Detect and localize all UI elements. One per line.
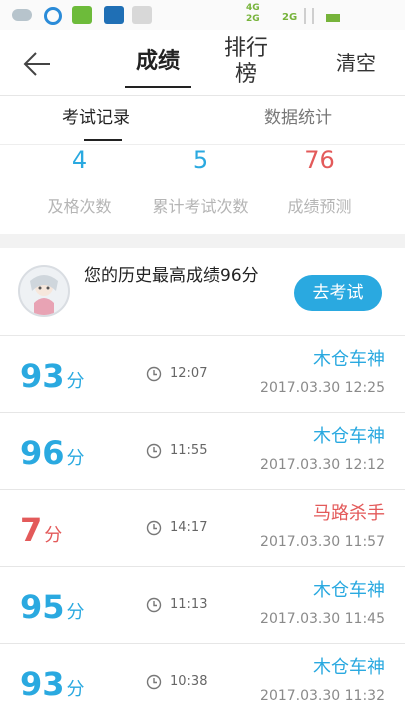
section-divider	[0, 234, 405, 248]
score-value: 93	[20, 357, 65, 395]
record-duration: 10:38	[170, 674, 208, 689]
signal-icon	[304, 8, 314, 24]
go-exam-button[interactable]: 去考试	[294, 275, 382, 311]
stat-value: 4	[71, 146, 88, 174]
record-row[interactable]: 95 分 11:13 木仓车神 2017.03.30 11:45	[0, 567, 405, 644]
clock-icon	[146, 366, 162, 382]
clock-icon	[146, 520, 162, 536]
record-title: 木仓车神	[313, 426, 385, 447]
score-unit: 分	[66, 602, 85, 623]
record-title: 木仓车神	[313, 349, 385, 370]
score-value: 95	[20, 588, 65, 626]
cloud-icon	[12, 9, 32, 21]
network-type-2: 2G	[282, 12, 298, 23]
record-row[interactable]: 93 分 12:07 木仓车神 2017.03.30 12:25	[0, 336, 405, 413]
score-unit: 分	[44, 525, 63, 546]
record-date: 2017.03.30 12:25	[260, 380, 385, 396]
record-title: 木仓车神	[313, 580, 385, 601]
record-duration: 11:13	[170, 597, 208, 612]
stat-total-exams: 5 累计考试次数	[133, 145, 268, 217]
record-duration: 11:55	[170, 443, 208, 458]
score-value: 96	[20, 434, 65, 472]
network-2g-label: 2G	[246, 14, 260, 24]
record-score: 95 分	[20, 589, 85, 631]
score-value: 93	[20, 665, 65, 703]
record-date: 2017.03.30 12:12	[260, 457, 385, 473]
tab-score[interactable]: 成绩	[125, 42, 191, 88]
avatar-illustration	[20, 267, 68, 315]
record-date: 2017.03.30 11:57	[260, 534, 385, 550]
battery-icon	[326, 14, 340, 22]
record-row[interactable]: 96 分 11:55 木仓车神 2017.03.30 12:12	[0, 413, 405, 490]
sub-tabs: 考试记录 数据统计	[0, 96, 405, 144]
score-unit: 分	[66, 448, 85, 469]
stat-score-prediction: 76 成绩预测	[252, 145, 387, 217]
history-best-text: 您的历史最高成绩96分	[84, 266, 259, 286]
stat-label: 成绩预测	[287, 197, 352, 216]
active-tab-indicator	[84, 139, 122, 141]
stat-label: 累计考试次数	[152, 197, 249, 216]
history-best-row: 您的历史最高成绩96分 去考试	[0, 248, 405, 336]
record-date: 2017.03.30 11:45	[260, 611, 385, 627]
stat-value: 5	[192, 146, 209, 174]
record-row[interactable]: 93 分 10:38 木仓车神 2017.03.30 11:32	[0, 644, 405, 720]
back-arrow-icon	[23, 52, 50, 76]
record-date: 2017.03.30 11:32	[260, 688, 385, 704]
stat-value: 76	[304, 146, 335, 174]
record-duration: 14:17	[170, 520, 208, 535]
stat-pass-count: 4 及格次数	[12, 145, 147, 217]
score-value: 7	[20, 511, 43, 549]
score-unit: 分	[66, 679, 85, 700]
browser-icon	[44, 7, 62, 25]
exam-records-list: 93 分 12:07 木仓车神 2017.03.30 12:25 96 分 11:55 木仓车神…	[0, 336, 405, 720]
network-4g-label: 4G	[246, 3, 260, 13]
tab-exam-records[interactable]: 考试记录	[62, 106, 130, 130]
app-notification-icon	[132, 6, 152, 24]
back-button[interactable]	[16, 46, 56, 82]
app-header: 成绩 排行榜 清空	[0, 30, 405, 96]
tab-ranking[interactable]: 排行榜	[214, 36, 278, 88]
record-score: 96 分	[20, 435, 85, 477]
record-score: 7分	[20, 512, 62, 554]
stat-label: 及格次数	[47, 197, 112, 216]
stats-summary: 4 及格次数 5 累计考试次数 76 成绩预测	[0, 144, 405, 234]
clock-icon	[146, 443, 162, 459]
record-score: 93 分	[20, 666, 85, 708]
clock-icon	[146, 674, 162, 690]
network-type: 4G 2G	[246, 3, 260, 25]
record-score: 93 分	[20, 358, 85, 400]
clear-button[interactable]: 清空	[336, 48, 376, 78]
record-title: 马路杀手	[313, 503, 385, 524]
clock-icon	[146, 597, 162, 613]
avatar[interactable]	[18, 265, 70, 317]
tab-data-statistics[interactable]: 数据统计	[264, 106, 332, 130]
status-bar: 4G 2G 2G	[0, 0, 405, 30]
car-app-icon	[104, 6, 124, 24]
record-title: 木仓车神	[313, 657, 385, 678]
score-unit: 分	[66, 371, 85, 392]
record-duration: 12:07	[170, 366, 208, 381]
app-notification-icon	[72, 6, 92, 24]
record-row[interactable]: 7 分 14:17 马路杀手 2017.03.30 11:57	[0, 490, 405, 567]
